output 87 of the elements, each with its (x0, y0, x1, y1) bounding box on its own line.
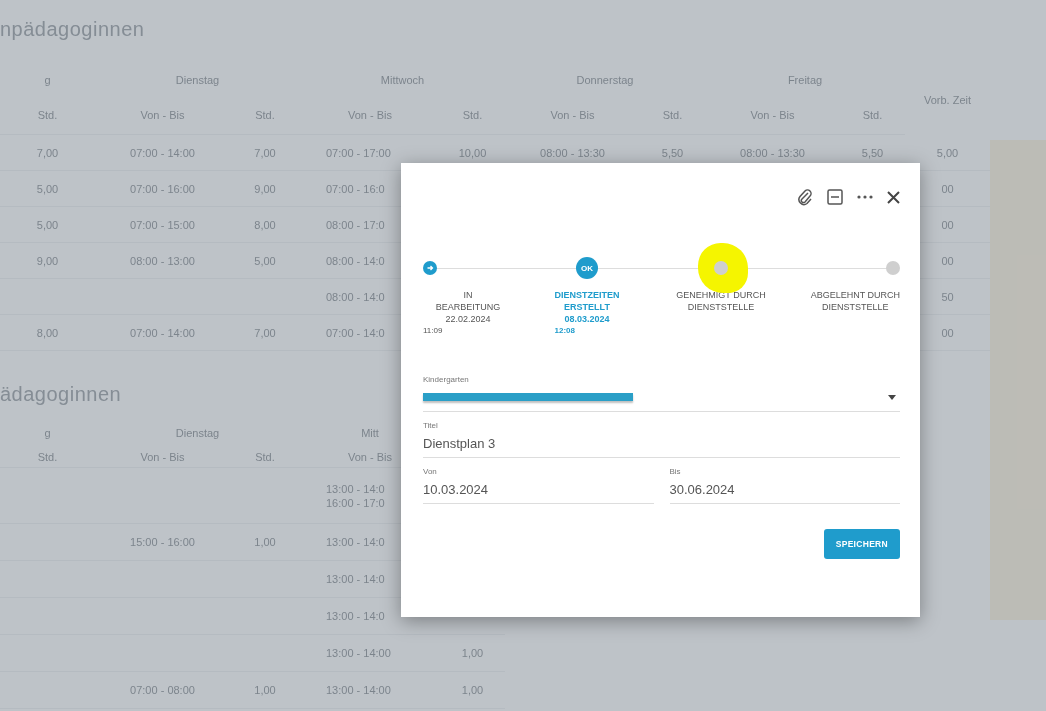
table-cell: 7,00 (254, 146, 276, 159)
table-cell: 08:00 - 14:0 (326, 254, 385, 267)
table-cell: 08:00 - 17:0 (326, 218, 385, 231)
table-cell: 13:00 - 14:00 (326, 684, 391, 696)
table-cell: 07:00 - 15:00 (130, 218, 195, 231)
column-header: Std. (862, 109, 883, 121)
step-done-icon (423, 261, 437, 275)
column-header: Vorb. Zeit (923, 93, 972, 106)
table-cell: 1,00 (254, 684, 276, 696)
table-cell: 5,00 (36, 218, 59, 231)
column-header: Std. (255, 109, 275, 121)
table-cell: 13:00 - 14:00 (326, 647, 391, 659)
table-cell: 5,00 (36, 182, 59, 195)
step-badge: OK (576, 257, 598, 279)
column-header: Dienstag (175, 74, 220, 86)
step-label: GENEHMIGT DURCH DIENSTSTELLE (676, 289, 766, 313)
column-header: g (44, 427, 51, 439)
table-cell: 5,00 (936, 146, 959, 159)
table-cell: 1,00 (461, 684, 484, 696)
column-header: Dienstag (175, 427, 220, 439)
table-cell: 00 (941, 254, 954, 267)
step-time: 11:09 (423, 325, 443, 337)
table-cell: 08:00 - 13:00 (130, 254, 195, 267)
table-cell: 7,00 (36, 146, 59, 159)
section-title: ädagoginnen (0, 382, 122, 407)
close-icon[interactable] (887, 190, 900, 204)
column-header: Mitt (361, 427, 379, 439)
column-header: Von - Bis (550, 109, 595, 121)
column-header: Std. (37, 109, 58, 121)
table-cell: 13:00 - 14:0 (326, 610, 385, 622)
table-cell: 7,00 (254, 326, 276, 339)
table-cell: 1,00 (254, 536, 276, 548)
caret-icon (888, 394, 896, 400)
step-label: DIENSTZEITEN ERSTELLT 08.03.2024 (554, 289, 620, 325)
table-cell: 08:00 - 14:0 (326, 290, 385, 303)
column-header: Von - Bis (140, 451, 185, 463)
column-header: Std. (37, 451, 58, 463)
table-cell: 07:00 - 14:0 (326, 326, 385, 339)
title-field[interactable]: Titel Dienstplan 3 (423, 421, 900, 458)
column-header: Mittwoch (380, 74, 425, 86)
column-header: g (44, 74, 51, 86)
minimize-icon[interactable] (827, 189, 843, 205)
table-cell: 08:00 - 13:30 (740, 146, 805, 159)
table-cell: 00 (941, 182, 954, 195)
from-date-field[interactable]: Von 10.03.2024 (423, 467, 654, 504)
table-cell: 07:00 - 17:00 (326, 146, 391, 159)
table-cell: 00 (941, 218, 954, 231)
column-header: Std. (255, 451, 275, 463)
table-cell: 13:00 - 14:0 (326, 482, 385, 495)
table-cell: 07:00 - 16:0 (326, 182, 385, 195)
table-cell: 5,50 (661, 146, 684, 159)
paperclip-icon[interactable] (797, 188, 813, 206)
table-cell: 07:00 - 14:00 (130, 146, 195, 159)
table-cell: 50 (941, 290, 954, 303)
table-cell: 5,50 (861, 146, 884, 159)
table-cell: 15:00 - 16:00 (130, 536, 195, 548)
table-cell: 10,00 (458, 146, 487, 159)
table-cell: 8,00 (254, 218, 276, 231)
column-header: Freitag (787, 74, 823, 86)
step-label: IN BEARBEITUNG 22.02.2024 (434, 289, 502, 325)
step-pending-dot (886, 261, 900, 275)
kindergarten-select[interactable]: Kindergarten (423, 375, 900, 412)
table-cell: 8,00 (36, 326, 59, 339)
column-header: Std. (462, 109, 483, 121)
to-date-field[interactable]: Bis 30.06.2024 (669, 467, 900, 504)
column-header: Von - Bis (348, 109, 392, 121)
column-header: Std. (662, 109, 683, 121)
table-cell: 13:00 - 14:0 (326, 573, 385, 585)
more-icon[interactable] (857, 195, 873, 199)
table-cell: 9,00 (254, 182, 276, 195)
column-header: Von - Bis (348, 451, 392, 463)
column-header: Von - Bis (750, 109, 795, 121)
step-label: ABGELEHNT DURCH DIENSTSTELLE (810, 289, 900, 313)
table-cell: 5,00 (254, 254, 276, 267)
section-title: npädagoginnen (0, 17, 145, 42)
column-header: Donnerstag (576, 74, 634, 86)
table-cell: 07:00 - 14:00 (130, 326, 195, 339)
table-cell: 00 (941, 326, 954, 339)
table-cell: 13:00 - 14:0 (326, 536, 385, 548)
table-cell: 9,00 (36, 254, 59, 267)
step-time: 12:08 (554, 325, 575, 337)
table-cell: 08:00 - 13:30 (540, 146, 605, 159)
table-cell: 1,00 (461, 647, 484, 659)
table-cell: 16:00 - 17:0 (326, 496, 385, 509)
table-cell: 07:00 - 08:00 (130, 684, 195, 696)
table-cell: 07:00 - 16:00 (130, 182, 195, 195)
column-header: Von - Bis (140, 109, 185, 121)
